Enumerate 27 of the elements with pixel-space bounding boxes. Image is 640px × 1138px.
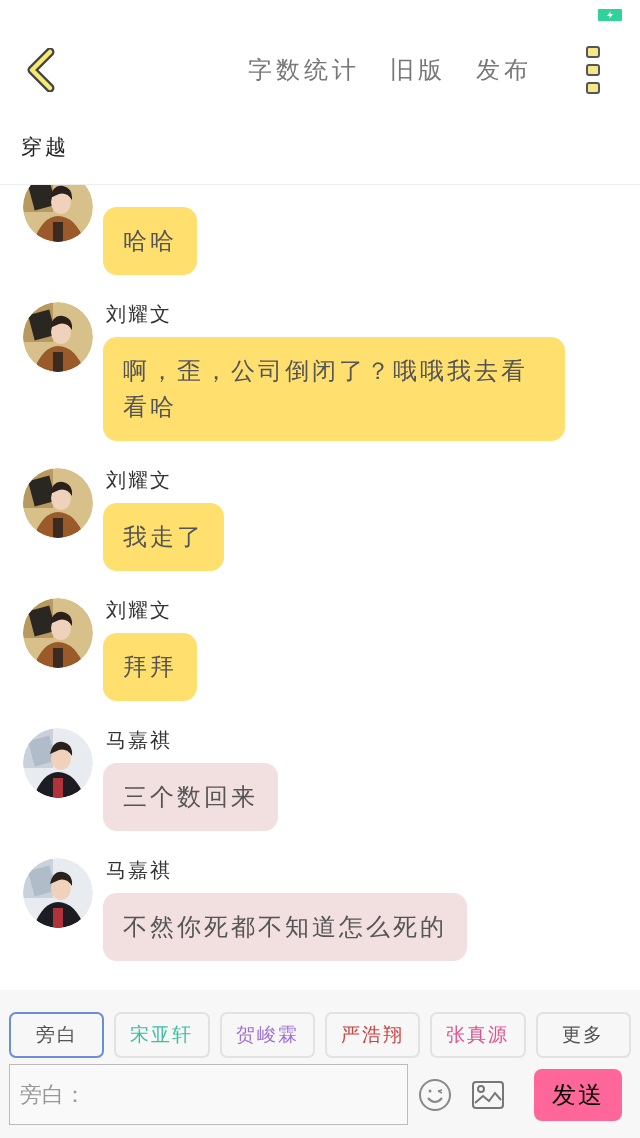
message-bubble: 拜拜 xyxy=(103,633,197,701)
sender-name: 马嘉祺 xyxy=(106,859,172,881)
sender-name: 刘耀文 xyxy=(106,469,172,491)
header-action[interactable]: 旧版 xyxy=(390,52,446,88)
speaker-tab[interactable]: 严浩翔 xyxy=(325,1012,421,1058)
message-bubble: 三个数回来 xyxy=(103,763,278,831)
battery-icon xyxy=(598,9,622,21)
sender-name: 马嘉祺 xyxy=(106,729,172,751)
input-field[interactable]: 旁白： xyxy=(9,1064,408,1125)
image-icon[interactable] xyxy=(472,1080,504,1109)
speaker-tab[interactable]: 更多 xyxy=(535,1012,631,1058)
sender-name: 刘耀文 xyxy=(106,303,172,325)
chapter-title: 穿越 xyxy=(21,134,69,161)
sender-name: 刘耀文 xyxy=(106,599,172,621)
speaker-tab[interactable]: 张真源 xyxy=(430,1012,526,1058)
back-icon xyxy=(26,48,56,92)
menu-button[interactable] xyxy=(586,46,600,94)
message-bubble: 我走了 xyxy=(103,503,224,571)
header-action[interactable]: 发布 xyxy=(476,52,532,88)
speaker-tab[interactable]: 旁白 xyxy=(9,1012,105,1058)
send-button[interactable]: 发送 xyxy=(534,1068,622,1121)
emoji-icon[interactable] xyxy=(418,1077,452,1112)
header-action[interactable]: 字数统计 xyxy=(248,52,360,88)
speaker-tab[interactable]: 贺峻霖 xyxy=(219,1012,315,1058)
message-bubble: 啊，歪，公司倒闭了？哦哦我去看看哈 xyxy=(103,337,565,441)
message-bubble: 不然你死都不知道怎么死的 xyxy=(103,893,467,961)
message-bubble: 哈哈 xyxy=(103,207,197,275)
